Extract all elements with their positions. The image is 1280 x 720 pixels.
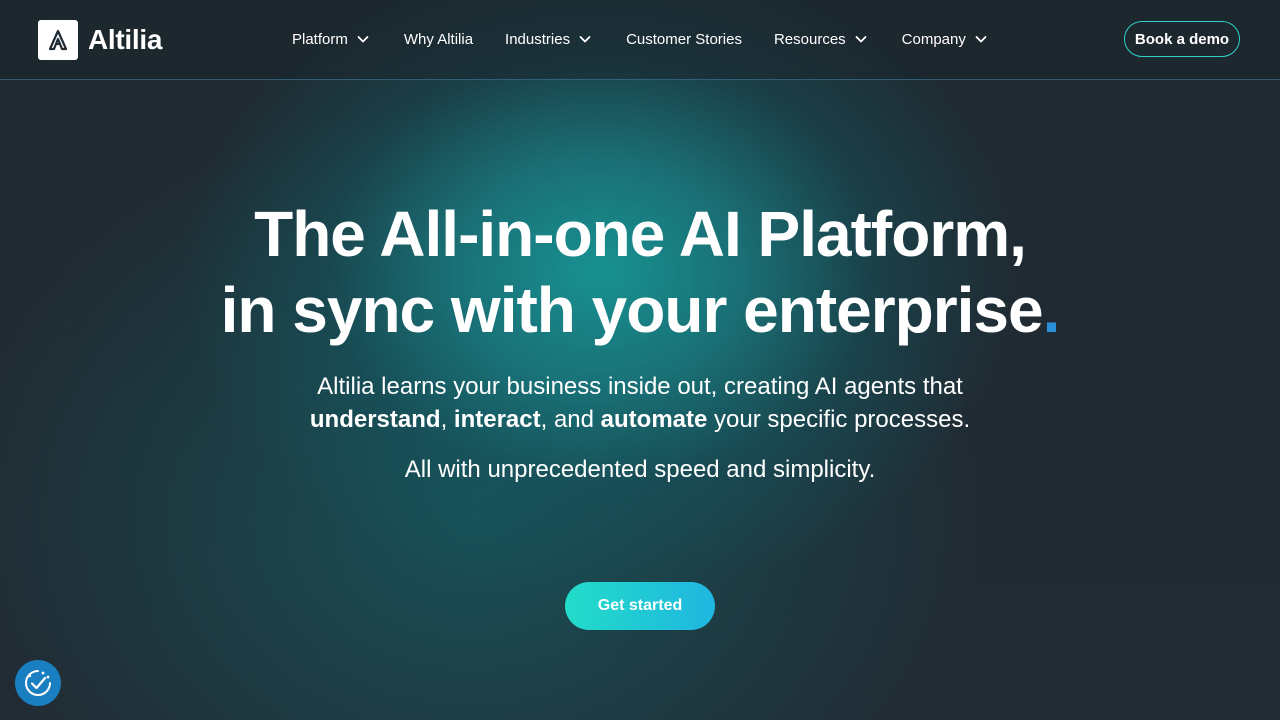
hero-subtitle-automate: automate xyxy=(600,406,708,433)
chevron-down-icon xyxy=(975,36,987,43)
nav-item-label: Industries xyxy=(505,30,571,48)
cookie-consent-icon xyxy=(25,670,51,696)
hero-subtitle-sep1: , xyxy=(440,406,454,433)
cookie-consent-button[interactable] xyxy=(15,660,61,706)
get-started-button[interactable]: Get started xyxy=(565,582,715,630)
main-nav: Platform Why Altilia Industries Customer… xyxy=(292,28,988,50)
nav-item-label: Platform xyxy=(292,30,348,48)
chevron-down-icon xyxy=(855,36,867,43)
brand-name: Altilia xyxy=(88,24,163,55)
hero-title-line2: in sync with your enterprise xyxy=(220,274,1044,346)
nav-item-why-altilia[interactable]: Why Altilia xyxy=(404,31,473,48)
book-demo-button[interactable]: Book a demo xyxy=(1124,21,1240,57)
hero-subtitle-secondary: All with unprecedented speed and simplic… xyxy=(404,456,876,483)
nav-item-label: Why Altilia xyxy=(403,30,474,48)
hero-title-line1: The All-in-one AI Platform, xyxy=(254,198,1027,270)
nav-item-label: Customer Stories xyxy=(626,30,742,48)
nav-item-label: Resources xyxy=(773,30,846,48)
hero-subtitle-understand: understand xyxy=(309,406,441,433)
hero-subtitle-sep2: , and xyxy=(540,406,601,433)
hero-subtitle-part1: Altilia learns your business inside out,… xyxy=(317,373,963,400)
nav-item-company[interactable]: Company xyxy=(902,31,988,48)
altilia-a-icon xyxy=(38,20,78,60)
nav-item-label: Company xyxy=(901,30,966,48)
chevron-down-icon xyxy=(579,36,591,43)
site-header: Altilia Platform Why Altilia Industries … xyxy=(0,0,1280,80)
brand-logo[interactable]: Altilia xyxy=(38,20,162,60)
hero-subtitle: Altilia learns your business inside out,… xyxy=(0,370,1280,436)
hero-title: The All-in-one AI Platform, in sync with… xyxy=(0,196,1280,348)
nav-item-industries[interactable]: Industries xyxy=(505,31,592,48)
nav-item-resources[interactable]: Resources xyxy=(774,31,868,48)
hero-subtitle-interact: interact xyxy=(453,406,541,433)
hero-subtitle-part2: your specific processes. xyxy=(707,406,971,433)
chevron-down-icon xyxy=(357,36,369,43)
nav-item-platform[interactable]: Platform xyxy=(292,31,370,48)
nav-item-customer-stories[interactable]: Customer Stories xyxy=(626,31,742,48)
hero-title-dot: . xyxy=(1042,274,1061,346)
